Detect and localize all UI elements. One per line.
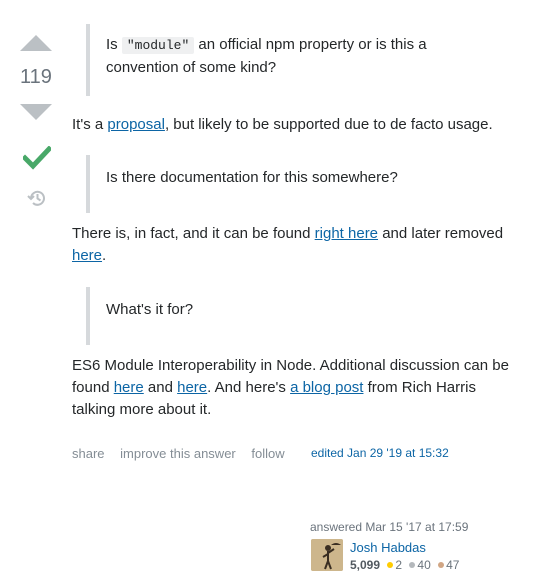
quote-1-text-a: Is xyxy=(106,36,122,53)
paragraph-2-text-a: There is, in fact, and it can be found xyxy=(72,225,315,242)
history-icon[interactable] xyxy=(27,188,47,208)
share-link[interactable]: share xyxy=(72,446,105,461)
follow-link[interactable]: follow xyxy=(251,446,284,461)
user-name-link[interactable]: Josh Habdas xyxy=(350,540,426,555)
paragraph-2-text-c: . xyxy=(102,247,107,264)
reputation-score: 5,099 xyxy=(350,558,381,572)
here-link-1[interactable]: here xyxy=(114,379,144,396)
silver-badge-count: 40 xyxy=(417,558,431,572)
user-reputation: 5,099 2 40 47 xyxy=(350,558,459,572)
inline-code: "module" xyxy=(121,37,195,54)
avatar[interactable] xyxy=(311,539,343,571)
paragraph-3-text-c: . And here's xyxy=(207,379,291,396)
quote-1: Is "module" an official npm property or … xyxy=(86,24,466,96)
quote-3: What's it for? xyxy=(86,287,466,345)
gold-badge-count: 2 xyxy=(395,558,403,572)
accepted-checkmark-icon xyxy=(23,146,51,170)
quote-3-text: What's it for? xyxy=(106,301,194,318)
paragraph-1-text-a: It's a xyxy=(72,116,108,133)
paragraph-1-text-b: , but likely to be supported due to de f… xyxy=(164,116,493,133)
downvote-arrow-icon[interactable] xyxy=(20,104,52,120)
here-link[interactable]: here xyxy=(72,247,102,264)
improve-answer-link[interactable]: improve this answer xyxy=(120,446,236,461)
paragraph-3: ES6 Module Interoperability in Node. Add… xyxy=(72,355,512,421)
edited-timestamp-link[interactable]: edited Jan 29 '19 at 15:32 xyxy=(311,446,449,460)
proposal-link[interactable]: proposal xyxy=(107,116,165,133)
quote-2-text: Is there documentation for this somewher… xyxy=(106,169,398,186)
answered-timestamp: answered Mar 15 '17 at 17:59 xyxy=(310,520,469,534)
bronze-badge-count: 47 xyxy=(446,558,460,572)
paragraph-2-text-b: and later removed xyxy=(378,225,504,242)
paragraph-3-text-b: and xyxy=(143,379,178,396)
here-link-2[interactable]: here xyxy=(177,379,207,396)
upvote-arrow-icon[interactable] xyxy=(20,35,52,51)
post-menu: share improve this answer follow xyxy=(72,446,297,461)
paragraph-2: There is, in fact, and it can be found r… xyxy=(72,223,512,267)
right-here-link[interactable]: right here xyxy=(315,225,378,242)
silver-badge-icon xyxy=(409,562,416,568)
gold-badge-icon xyxy=(387,562,394,568)
blog-post-link[interactable]: a blog post xyxy=(290,379,363,396)
paragraph-1: It's a proposal, but likely to be suppor… xyxy=(72,114,512,136)
bronze-badge-icon xyxy=(438,562,445,568)
vote-count: 119 xyxy=(20,66,52,88)
avatar-figure-icon xyxy=(311,539,343,571)
quote-2: Is there documentation for this somewher… xyxy=(86,155,466,213)
